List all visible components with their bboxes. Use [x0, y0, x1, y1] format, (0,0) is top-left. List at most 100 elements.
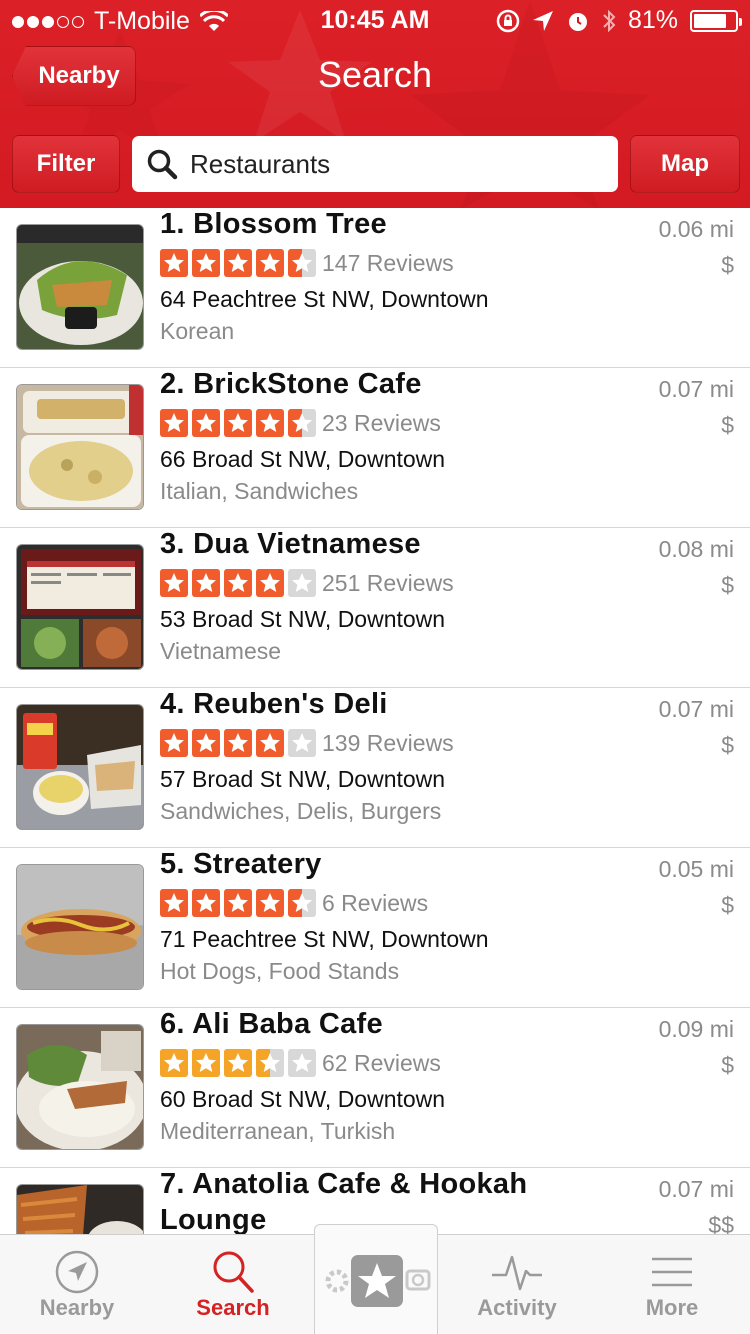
star-icon	[224, 249, 252, 277]
map-button[interactable]: Map	[630, 135, 740, 193]
star-icon	[160, 889, 188, 917]
tab-check-in[interactable]	[314, 1224, 438, 1334]
restaurant-category: Hot Dogs, Food Stands	[160, 958, 400, 984]
restaurant-address: 53 Broad St NW, Downtown	[160, 606, 446, 632]
result-row[interactable]: 3. Dua Vietnamese 251 Reviews 53 Broad S…	[0, 528, 750, 688]
star-icon	[288, 409, 316, 437]
restaurant-address: 71 Peachtree St NW, Downtown	[160, 926, 489, 952]
restaurant-name[interactable]: 3. Dua Vietnamese	[160, 528, 421, 561]
star-icon	[160, 249, 188, 277]
price-range: $	[721, 572, 734, 598]
restaurant-photo[interactable]	[16, 1184, 144, 1234]
restaurant-photo[interactable]	[16, 704, 144, 830]
pulse-icon	[492, 1255, 542, 1291]
star-icon	[256, 249, 284, 277]
restaurant-address: 60 Broad St NW, Downtown	[160, 1086, 446, 1112]
location-arrow-icon	[532, 10, 553, 31]
review-count: 251 Reviews	[322, 570, 454, 596]
tab-activity[interactable]: Activity	[442, 1235, 592, 1334]
star-icon	[256, 729, 284, 757]
battery-icon	[690, 9, 742, 32]
review-count: 139 Reviews	[322, 730, 454, 756]
star-rating	[160, 729, 316, 757]
restaurant-address: 64 Peachtree St NW, Downtown	[160, 286, 489, 312]
restaurant-category: Italian, Sandwiches	[160, 478, 359, 504]
price-range: $	[721, 412, 734, 438]
restaurant-distance: 0.08 mi	[658, 536, 734, 562]
tab-more[interactable]: More	[597, 1235, 747, 1334]
price-range: $$	[708, 1212, 734, 1234]
star-icon	[288, 1049, 316, 1077]
map-button-label: Map	[661, 150, 709, 177]
restaurant-photo[interactable]	[16, 384, 144, 510]
restaurant-photo[interactable]	[16, 864, 144, 990]
result-row[interactable]: 6. Ali Baba Cafe 62 Reviews 60 Broad St …	[0, 1008, 750, 1168]
bluetooth-icon	[603, 9, 616, 32]
star-icon	[160, 729, 188, 757]
restaurant-photo[interactable]	[16, 224, 144, 350]
tab-nearby[interactable]: Nearby	[2, 1235, 152, 1334]
restaurant-name[interactable]: 7. Anatolia Cafe & Hookah	[160, 1168, 527, 1201]
alarm-icon	[568, 12, 587, 31]
star-icon	[224, 1049, 252, 1077]
restaurant-name[interactable]: 6. Ali Baba Cafe	[160, 1008, 383, 1041]
star-icon	[288, 569, 316, 597]
restaurant-name-line2: Lounge	[160, 1204, 267, 1234]
restaurant-category: Sandwiches, Delis, Burgers	[160, 798, 442, 824]
tab-label: More	[645, 1295, 699, 1320]
status-bar: T-Mobile 10:45 AM 81%	[0, 0, 750, 40]
star-icon	[256, 1049, 284, 1077]
result-row[interactable]: 1. Blossom Tree 147 Reviews 64 Peachtree…	[0, 208, 750, 368]
search-icon	[147, 149, 178, 180]
star-icon	[160, 1049, 188, 1077]
restaurant-address: 57 Broad St NW, Downtown	[160, 766, 446, 792]
page-title: Search	[317, 54, 433, 95]
star-icon	[224, 569, 252, 597]
tab-search[interactable]: Search	[158, 1235, 308, 1334]
restaurant-photo[interactable]	[16, 1024, 144, 1150]
result-row[interactable]: 5. Streatery 6 Reviews 71 Peachtree St N…	[0, 848, 750, 1008]
star-icon	[224, 409, 252, 437]
search-input[interactable]: Restaurants	[132, 136, 618, 192]
battery-level	[694, 13, 727, 28]
results-list[interactable]: 1. Blossom Tree 147 Reviews 64 Peachtree…	[0, 208, 750, 1234]
price-range: $	[721, 892, 734, 918]
result-row[interactable]: 2. BrickStone Cafe 23 Reviews 66 Broad S…	[0, 368, 750, 528]
star-icon	[256, 409, 284, 437]
restaurant-photo[interactable]	[16, 544, 144, 670]
star-rating	[160, 1049, 316, 1077]
restaurant-category: Mediterranean, Turkish	[160, 1118, 396, 1144]
tab-label: Nearby	[39, 1295, 115, 1320]
restaurant-name[interactable]: 5. Streatery	[160, 848, 322, 881]
star-icon	[224, 729, 252, 757]
battery-percent: 81%	[627, 6, 678, 34]
price-range: $	[721, 1052, 734, 1078]
restaurant-address: 66 Broad St NW, Downtown	[160, 446, 446, 472]
restaurant-distance: 0.07 mi	[658, 696, 734, 722]
restaurant-distance: 0.06 mi	[658, 216, 734, 242]
restaurant-name[interactable]: 2. BrickStone Cafe	[160, 368, 422, 401]
restaurant-distance: 0.07 mi	[658, 376, 734, 402]
restaurant-category: Vietnamese	[160, 638, 282, 664]
search-icon	[213, 1251, 254, 1293]
restaurant-name[interactable]: 4. Reuben's Deli	[160, 688, 388, 721]
restaurant-distance: 0.07 mi	[658, 1176, 734, 1202]
star-icon	[160, 409, 188, 437]
star-icon	[256, 569, 284, 597]
restaurant-name[interactable]: 1. Blossom Tree	[160, 208, 387, 241]
star-rating	[160, 409, 316, 437]
star-icon	[224, 889, 252, 917]
star-icon	[192, 249, 220, 277]
star-icon	[256, 889, 284, 917]
menu-lines-icon	[652, 1257, 692, 1287]
result-row[interactable]: 4. Reuben's Deli 139 Reviews 57 Broad St…	[0, 688, 750, 848]
star-icon	[192, 889, 220, 917]
filter-button[interactable]: Filter	[12, 135, 120, 193]
review-count: 6 Reviews	[322, 890, 429, 916]
star-icon	[192, 729, 220, 757]
restaurant-distance: 0.05 mi	[658, 856, 734, 882]
filter-button-label: Filter	[36, 150, 96, 177]
star-rating	[160, 569, 316, 597]
header: T-Mobile 10:45 AM 81% Nearby Search Filt…	[0, 0, 750, 208]
search-value: Restaurants	[190, 148, 331, 179]
